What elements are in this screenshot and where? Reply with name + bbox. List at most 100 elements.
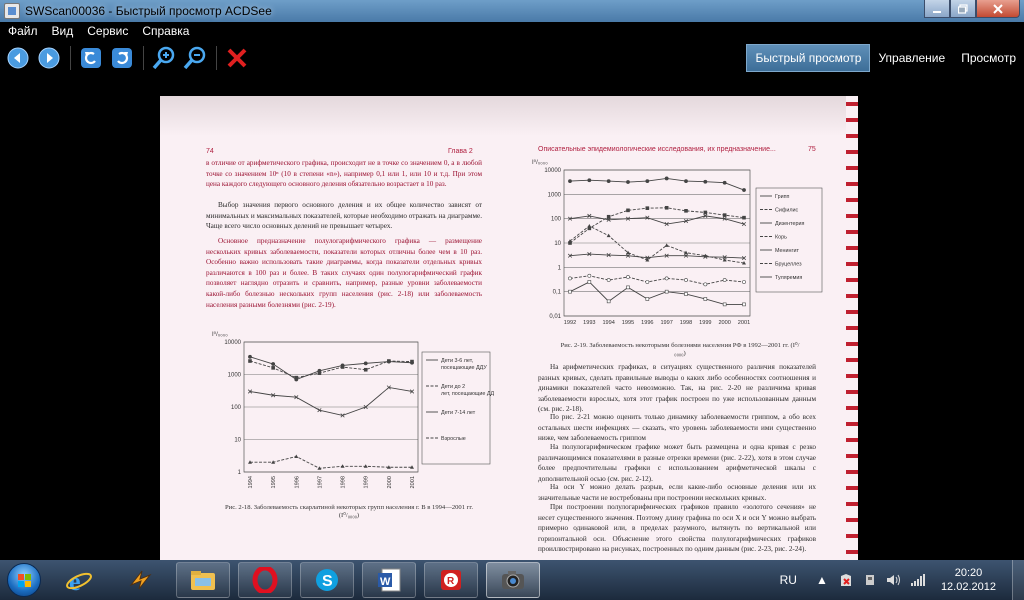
action-center-icon[interactable] xyxy=(837,571,855,589)
data-point xyxy=(248,359,252,363)
menu-help[interactable]: Справка xyxy=(142,24,189,38)
x-tick-label: 2000 xyxy=(387,476,393,488)
series-line xyxy=(569,281,744,305)
data-point xyxy=(340,365,345,369)
restore-icon xyxy=(958,3,968,14)
data-point xyxy=(664,205,669,210)
data-point xyxy=(606,278,611,282)
camera-icon xyxy=(502,571,524,589)
data-point xyxy=(626,285,630,290)
left-page-number: 74 xyxy=(206,148,214,155)
data-point xyxy=(587,178,592,183)
taskbar-foxit-reader[interactable]: R xyxy=(424,562,478,598)
data-point xyxy=(664,176,669,181)
data-point xyxy=(606,233,611,238)
x-tick-label: 1992 xyxy=(564,320,576,326)
menu-view[interactable]: Вид xyxy=(52,24,74,38)
menu-tools[interactable]: Сервис xyxy=(87,24,128,38)
taskbar-winamp[interactable] xyxy=(114,562,168,598)
data-point xyxy=(664,243,669,247)
scanned-page: 74 Глава 2 Описательные эпидемиологическ… xyxy=(160,96,858,560)
foxit-reader-icon: R xyxy=(441,570,461,590)
legend-label: Менингит xyxy=(775,248,799,254)
language-indicator[interactable]: RU xyxy=(780,573,797,587)
y-tick-label: 100 xyxy=(551,217,562,223)
data-point xyxy=(626,275,630,279)
close-icon xyxy=(993,3,1003,14)
tab-manage[interactable]: Управление xyxy=(870,44,953,72)
data-point xyxy=(664,289,669,294)
x-tick-label: 1998 xyxy=(341,476,347,488)
maximize-button[interactable] xyxy=(950,0,976,18)
taskbar-internet-explorer[interactable]: e xyxy=(52,562,106,598)
zoom-in-icon xyxy=(152,46,175,70)
back-button[interactable] xyxy=(5,45,31,71)
x-tick-label: 1997 xyxy=(317,476,323,488)
data-point xyxy=(722,180,727,185)
x-tick-label: 1995 xyxy=(622,320,634,326)
legend-label: Дети 3-6 лет, xyxy=(441,358,474,364)
taskbar-skype[interactable]: S xyxy=(300,562,354,598)
start-button[interactable] xyxy=(4,562,44,598)
system-tray: RU ▲ 20:20 12.02.2012 xyxy=(780,560,1024,600)
data-point xyxy=(684,179,688,183)
x-tick-label: 1997 xyxy=(660,320,672,326)
mode-tabs: Быстрый просмотр Управление Просмотр xyxy=(746,44,1024,72)
forward-button[interactable] xyxy=(36,45,62,71)
delete-button[interactable] xyxy=(224,45,250,71)
data-point xyxy=(271,362,276,366)
show-hidden-icons-icon[interactable]: ▲ xyxy=(813,571,831,589)
series-line xyxy=(569,215,745,225)
x-tick-label: 2001 xyxy=(738,320,750,326)
rotate-left-button[interactable] xyxy=(78,45,104,71)
clock-time: 20:20 xyxy=(954,567,983,579)
menu-file[interactable]: Файл xyxy=(8,24,38,38)
image-viewer[interactable]: 74 Глава 2 Описательные эпидемиологическ… xyxy=(0,76,1024,560)
internet-explorer-icon: e xyxy=(66,567,92,594)
x-tick-label: 1996 xyxy=(294,476,300,488)
taskbar-acdsee[interactable] xyxy=(486,562,540,598)
taskbar-opera[interactable] xyxy=(238,562,292,598)
taskbar-file-manager[interactable] xyxy=(176,562,230,598)
rotate-right-button[interactable] xyxy=(109,45,135,71)
legend-label: лет, посещающие ДДУ xyxy=(441,391,494,397)
tab-view[interactable]: Просмотр xyxy=(953,44,1024,72)
zoom-out-button[interactable] xyxy=(182,45,208,71)
data-point xyxy=(722,302,727,307)
data-point xyxy=(363,361,368,366)
volume-icon[interactable] xyxy=(885,571,903,589)
data-point xyxy=(568,289,572,294)
data-point xyxy=(703,210,708,215)
y-tick-label: 1000 xyxy=(548,192,562,198)
data-point xyxy=(645,280,650,284)
series-line xyxy=(249,386,413,416)
legend-label: Грипп xyxy=(775,194,790,200)
folder-icon xyxy=(191,571,215,590)
legend-label: Туляремия xyxy=(775,275,802,281)
x-tick-label: 1994 xyxy=(248,476,254,488)
minimize-button[interactable] xyxy=(924,0,950,18)
y-tick-label: 10 xyxy=(554,241,561,247)
series-line xyxy=(569,253,745,259)
toolbar: Быстрый просмотр Управление Просмотр xyxy=(0,40,1024,76)
toolbar-separator xyxy=(143,46,144,70)
zoom-out-icon xyxy=(183,46,206,70)
clock[interactable]: 20:20 12.02.2012 xyxy=(941,566,996,594)
show-desktop-button[interactable] xyxy=(1012,560,1024,600)
data-point xyxy=(684,278,688,282)
network-icon[interactable] xyxy=(909,571,927,589)
tab-quick-view[interactable]: Быстрый просмотр xyxy=(746,44,871,72)
data-point xyxy=(317,371,322,375)
usb-device-icon[interactable] xyxy=(861,571,879,589)
winamp-icon xyxy=(129,570,152,590)
close-button[interactable] xyxy=(976,0,1020,18)
data-point xyxy=(684,292,688,296)
page-edge xyxy=(846,96,858,560)
legend-label: Корь xyxy=(775,235,787,241)
x-tick-label: 1995 xyxy=(271,476,277,488)
taskbar-word[interactable]: W xyxy=(362,562,416,598)
zoom-in-button[interactable] xyxy=(151,45,177,71)
title-bar: SWScan00036 - Быстрый просмотр ACDSee xyxy=(0,0,1024,22)
legend-label: Дети до 2 xyxy=(441,384,465,390)
y-tick-label: 1 xyxy=(558,265,562,271)
